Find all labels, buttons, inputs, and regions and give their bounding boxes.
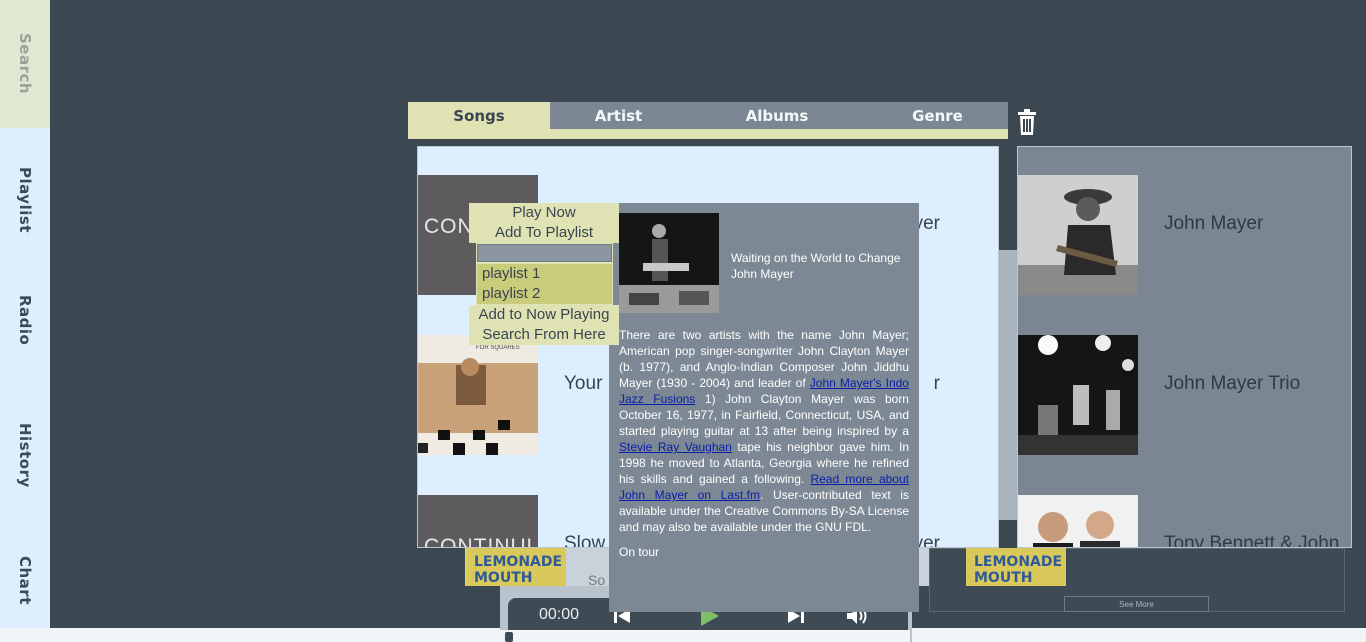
see-more-button[interactable]: See More xyxy=(1064,596,1209,612)
artist-bio: There are two artists with the name John… xyxy=(619,327,909,535)
sidebar-item-label: History xyxy=(16,422,34,488)
artist-photo xyxy=(619,213,719,313)
tab-albums[interactable]: Albums xyxy=(687,102,867,129)
search-from-here-item[interactable]: Search From Here xyxy=(469,325,619,345)
trash-icon[interactable] xyxy=(1016,108,1038,136)
album-art-text: CONTINUUM xyxy=(424,535,538,548)
song-title: Your xyxy=(564,373,603,394)
progress-handle[interactable] xyxy=(505,632,513,642)
album-label: LEMONADE MOUTH xyxy=(474,554,563,586)
album-thumbnail[interactable]: LEMONADE MOUTH xyxy=(466,548,566,586)
song-title: Slow xyxy=(564,533,606,548)
sidebar-item-playlist[interactable]: Playlist xyxy=(0,140,50,260)
artist-row[interactable]: John Mayer xyxy=(1018,175,1351,295)
album-art: JOHN MAYER ROOM FOR SQUARES xyxy=(418,335,538,455)
bio-link-stevie-ray-vaughan[interactable]: Stevie Ray Vaughan xyxy=(619,440,732,454)
artist-row[interactable]: Tony Bennett & John xyxy=(1018,495,1351,548)
artist-name: John Mayer Trio xyxy=(1164,373,1301,394)
tab-songs[interactable]: Songs xyxy=(408,102,550,129)
playlist-item[interactable]: playlist 1 xyxy=(477,264,612,284)
sidebar: Search Playlist Radio History Chart xyxy=(0,0,50,642)
info-song: Waiting on the World to Change John Maye… xyxy=(731,250,916,282)
sidebar-item-radio[interactable]: Radio xyxy=(0,270,50,370)
info-song-title: Waiting on the World to Change xyxy=(731,251,901,265)
sidebar-item-history[interactable]: History xyxy=(0,395,50,515)
artist-info-popup: Waiting on the World to Change John Maye… xyxy=(609,203,919,612)
album-art: CONTINUUM xyxy=(418,495,538,548)
album-thumbnail[interactable]: LEMONADE MOUTH xyxy=(966,548,1066,586)
progress-bar[interactable] xyxy=(500,630,910,642)
sidebar-item-chart[interactable]: Chart xyxy=(0,530,50,630)
artist-row[interactable]: John Mayer Trio xyxy=(1018,335,1351,455)
tab-genre[interactable]: Genre xyxy=(867,102,1008,129)
tour-status: On tour xyxy=(619,545,660,559)
playlist-item[interactable]: playlist 2 xyxy=(477,284,612,304)
album-label: LEMONADE MOUTH xyxy=(974,554,1063,586)
sidebar-item-label: Playlist xyxy=(16,167,34,233)
sidebar-item-label: Chart xyxy=(16,555,34,605)
add-to-now-playing-item[interactable]: Add to Now Playing xyxy=(469,305,619,325)
artist-name: Tony Bennett & John xyxy=(1164,533,1340,548)
sidebar-item-label: Search xyxy=(16,33,34,95)
artists-list: John Mayer John Mayer Trio Tony Bennett … xyxy=(1017,146,1352,548)
sidebar-item-label: Radio xyxy=(16,294,34,346)
artist-photo xyxy=(1018,335,1138,455)
artist-photo xyxy=(1018,175,1138,295)
artist-name: John Mayer xyxy=(1164,213,1264,234)
tab-artist[interactable]: Artist xyxy=(550,102,687,129)
elapsed-time: 00:00 xyxy=(508,598,610,632)
artist-photo xyxy=(1018,495,1138,547)
play-now-item[interactable]: Play Now xyxy=(469,203,619,223)
background-panel xyxy=(999,250,1017,520)
info-song-artist: John Mayer xyxy=(731,267,794,281)
add-to-playlist-item[interactable]: Add To Playlist xyxy=(469,223,619,243)
song-artist: r xyxy=(933,373,940,394)
search-tabs: Songs Artist Albums Genre xyxy=(408,102,1008,139)
playlist-name-field[interactable] xyxy=(477,244,612,262)
sidebar-item-search[interactable]: Search xyxy=(0,0,50,128)
